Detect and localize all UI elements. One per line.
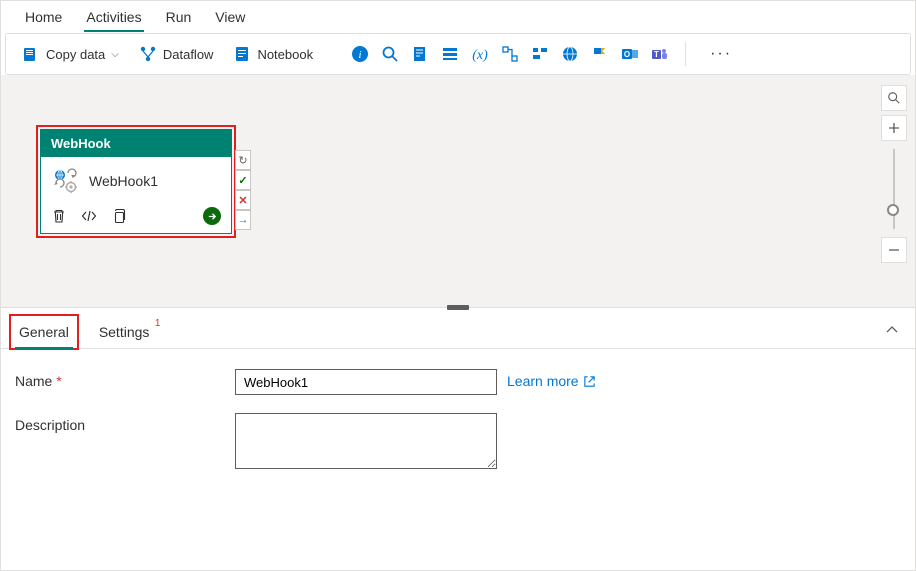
more-icon[interactable]: ···: [702, 45, 740, 63]
delete-icon[interactable]: [51, 208, 67, 224]
svg-text:O: O: [624, 50, 630, 59]
dataflow-label: Dataflow: [163, 47, 214, 62]
list-icon[interactable]: [441, 45, 459, 63]
description-input[interactable]: [235, 413, 497, 469]
info-icon[interactable]: i: [351, 45, 369, 63]
name-input[interactable]: [235, 369, 497, 395]
tab-general[interactable]: General: [13, 318, 75, 346]
tab-general-highlight: General: [9, 314, 79, 350]
properties-tabs: General Settings 1: [9, 314, 157, 350]
name-label: Name *: [15, 369, 235, 389]
menu-view[interactable]: View: [203, 3, 257, 31]
pipeline-canvas[interactable]: WebHook WebHook1 ↻ ✓ ✕ →: [1, 75, 915, 307]
learn-more-label: Learn more: [507, 373, 579, 389]
svg-text:(x): (x): [472, 48, 488, 63]
code-icon[interactable]: [81, 208, 97, 224]
top-menu-bar: Home Activities Run View: [1, 1, 915, 33]
general-form: Name * Learn more Description: [1, 349, 915, 489]
script-icon[interactable]: [411, 45, 429, 63]
properties-panel: General Settings 1 Name * Learn more: [1, 311, 915, 489]
external-link-icon: [583, 375, 596, 388]
teams-icon[interactable]: T: [651, 45, 669, 63]
svg-text:T: T: [654, 50, 659, 59]
search-icon[interactable]: [381, 45, 399, 63]
dependency-icon[interactable]: [501, 45, 519, 63]
copy-data-label: Copy data: [46, 47, 105, 62]
chevron-down-icon: ⌵: [111, 49, 119, 60]
zoom-slider-thumb[interactable]: [887, 204, 899, 216]
retry-handle[interactable]: ↻: [235, 150, 251, 170]
selected-activity-highlight: WebHook WebHook1 ↻ ✓ ✕ →: [36, 125, 236, 238]
globe-icon[interactable]: [561, 45, 579, 63]
tab-settings-badge: 1: [155, 318, 161, 329]
tab-settings-label: Settings: [99, 324, 150, 340]
activity-type-header: WebHook: [41, 130, 231, 157]
variable-icon[interactable]: (x): [471, 45, 489, 63]
zoom-in-icon[interactable]: [881, 115, 907, 141]
run-icon[interactable]: [203, 207, 221, 225]
zoom-slider-track[interactable]: [893, 149, 895, 229]
toolbar-divider: [685, 42, 686, 66]
notebook-label: Notebook: [257, 47, 313, 62]
notebook-button[interactable]: Notebook: [229, 41, 317, 67]
dependency-handles: ↻ ✓ ✕ →: [235, 150, 251, 230]
zoom-out-icon[interactable]: [881, 237, 907, 263]
notebook-icon: [233, 45, 251, 63]
dataflow-button[interactable]: Dataflow: [135, 41, 218, 67]
learn-more-link[interactable]: Learn more: [507, 369, 596, 389]
canvas-search-icon[interactable]: [881, 85, 907, 111]
skip-handle[interactable]: →: [235, 210, 251, 230]
svg-text:i: i: [359, 49, 362, 61]
menu-activities[interactable]: Activities: [74, 3, 153, 31]
success-handle[interactable]: ✓: [235, 170, 251, 190]
toolbar: Copy data ⌵ Dataflow Notebook i (x) O T …: [5, 33, 911, 75]
collapse-panel-icon[interactable]: [881, 319, 903, 344]
tab-settings[interactable]: Settings 1: [93, 318, 156, 346]
canvas-controls: [881, 85, 907, 263]
panel-splitter[interactable]: [1, 307, 915, 311]
menu-home[interactable]: Home: [13, 3, 74, 31]
webhook-activity-node[interactable]: WebHook WebHook1 ↻ ✓ ✕ →: [40, 129, 232, 234]
flag-icon[interactable]: [591, 45, 609, 63]
copy-data-button[interactable]: Copy data ⌵: [18, 41, 123, 67]
outlook-icon[interactable]: O: [621, 45, 639, 63]
failure-handle[interactable]: ✕: [235, 190, 251, 210]
copy-icon[interactable]: [111, 208, 127, 224]
description-label: Description: [15, 413, 235, 433]
dataflow-icon: [139, 45, 157, 63]
align-icon[interactable]: [531, 45, 549, 63]
menu-run[interactable]: Run: [154, 3, 204, 31]
activity-instance-name: WebHook1: [89, 173, 158, 189]
webhook-icon: [51, 167, 79, 195]
copy-data-icon: [22, 45, 40, 63]
